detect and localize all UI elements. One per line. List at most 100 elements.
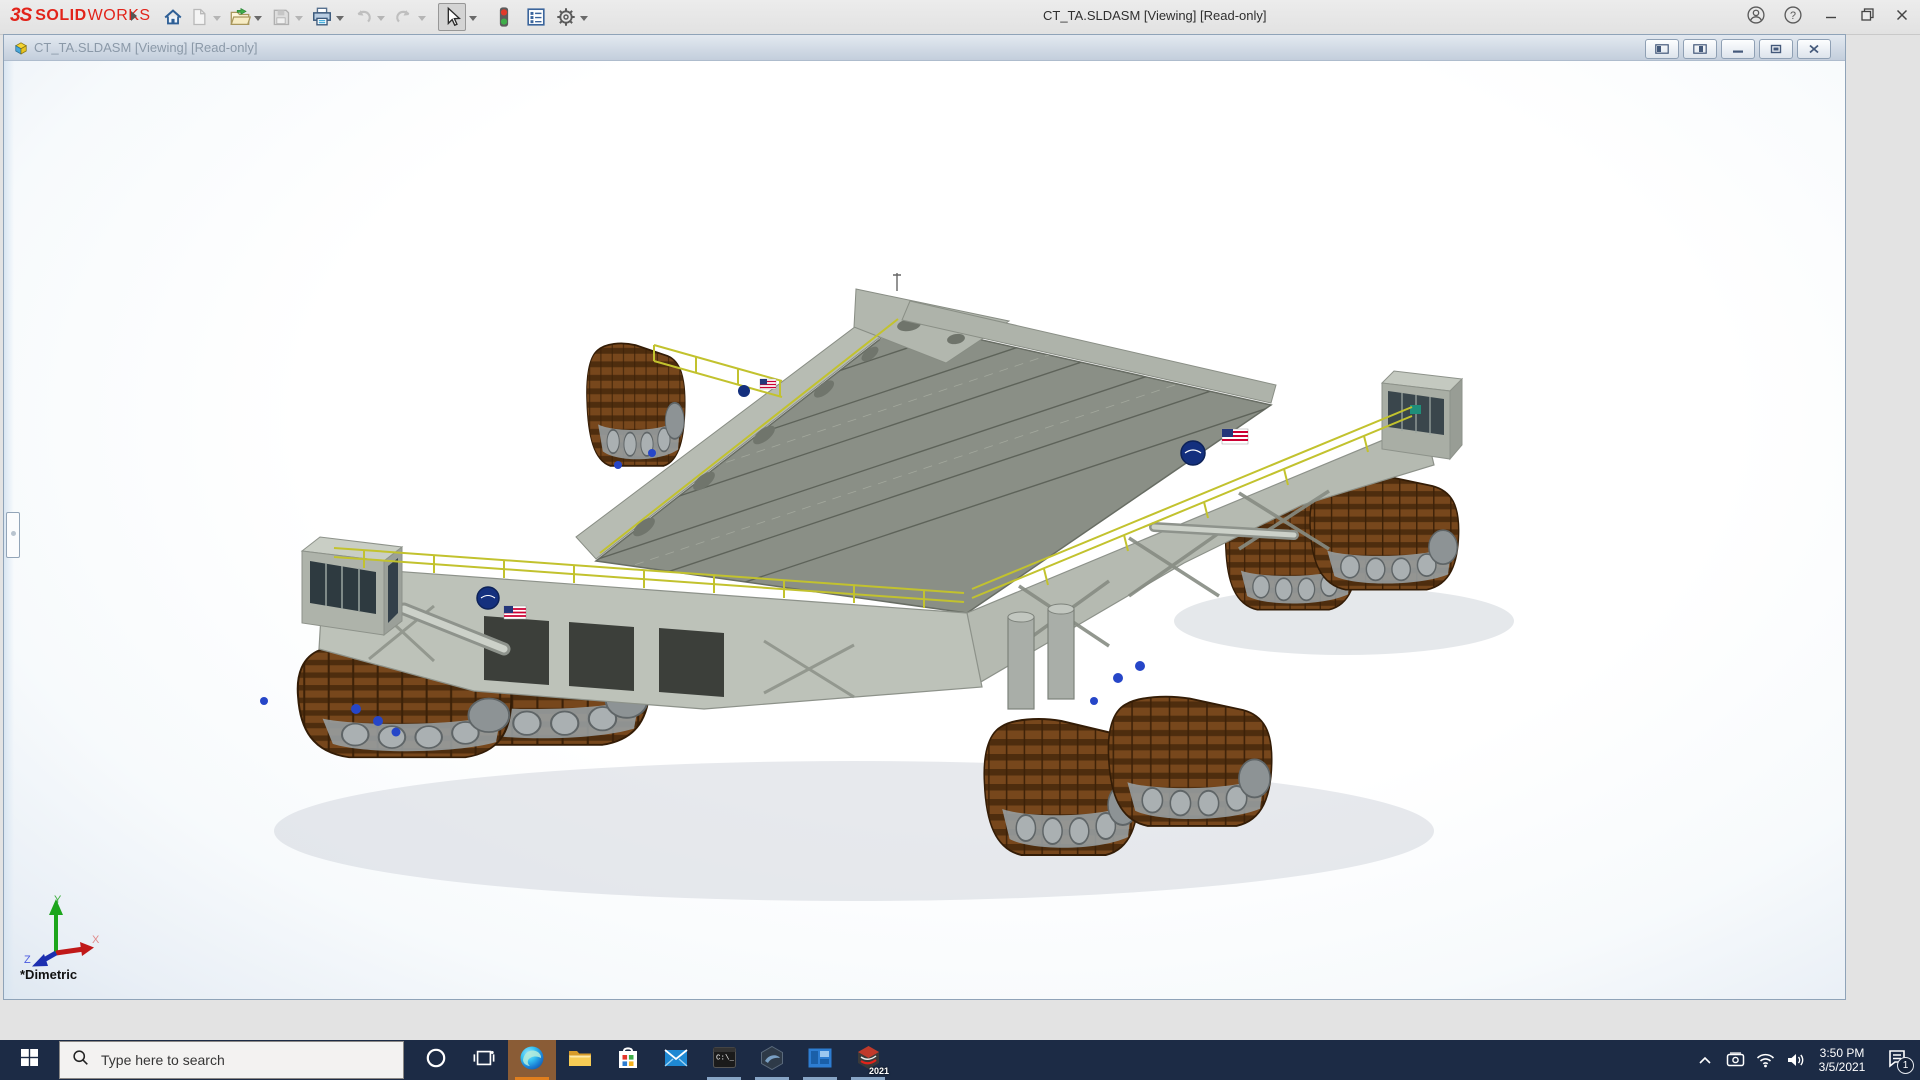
- open-dropdown-icon[interactable]: [254, 16, 262, 25]
- track-rear-west[interactable]: [587, 343, 685, 465]
- model-canvas[interactable]: [4, 61, 1845, 999]
- help-icon: ?: [1783, 5, 1803, 30]
- open-button[interactable]: [227, 4, 253, 30]
- solidworks-year-badge: 2021: [869, 1066, 889, 1076]
- action-center-button[interactable]: 1: [1874, 1040, 1920, 1080]
- nasa-roundel-left: [477, 587, 499, 609]
- axis-x-label: X: [92, 934, 100, 946]
- pane-left-button[interactable]: [1645, 39, 1679, 59]
- minimize-button[interactable]: [1815, 0, 1847, 34]
- close-doc-button[interactable]: [1797, 39, 1831, 59]
- taskbar-media-app[interactable]: [796, 1040, 844, 1080]
- system-tray: 3:50 PM 3/5/2021 1: [1690, 1040, 1920, 1080]
- nasa-roundel: [1181, 441, 1205, 465]
- windows-taskbar: C:\_ 2021 3:50 PM 3/5/2021 1: [0, 1040, 1920, 1080]
- save-button[interactable]: [268, 4, 294, 30]
- redo-dropdown-icon[interactable]: [418, 16, 426, 25]
- undo-dropdown-icon[interactable]: [377, 16, 385, 25]
- traffic-light-icon: [494, 6, 514, 28]
- quick-access-toolbar: [160, 3, 594, 31]
- solidworks-logo: 3S SOLIDWORKS: [10, 5, 151, 27]
- start-button[interactable]: [0, 1040, 59, 1080]
- search-icon: [72, 1049, 89, 1071]
- restore-doc-button[interactable]: [1759, 39, 1793, 59]
- app-window-title: CT_TA.SLDASM [Viewing] [Read-only]: [1043, 8, 1267, 23]
- close-button[interactable]: [1886, 0, 1918, 34]
- print-button[interactable]: [309, 4, 335, 30]
- track-south-right[interactable]: [1108, 697, 1271, 826]
- taskbar-store[interactable]: [604, 1040, 652, 1080]
- save-icon: [271, 7, 291, 27]
- taskbar-search[interactable]: [59, 1041, 404, 1079]
- app-titlebar: 3S SOLIDWORKS: [0, 0, 1920, 35]
- save-dropdown-icon[interactable]: [295, 16, 303, 25]
- toolbar-flyout-arrow-icon[interactable]: [131, 11, 137, 21]
- svg-text:?: ?: [1790, 9, 1796, 21]
- taskbar-mail[interactable]: [652, 1040, 700, 1080]
- mail-icon: [663, 1047, 689, 1074]
- task-view-button[interactable]: [460, 1040, 508, 1080]
- search-input[interactable]: [99, 1051, 373, 1069]
- store-icon: [616, 1045, 640, 1076]
- new-document-icon: [189, 7, 209, 27]
- cortana-button[interactable]: [412, 1040, 460, 1080]
- axis-y-label: Y: [54, 894, 62, 906]
- account-button[interactable]: [1741, 0, 1771, 34]
- svg-text:C:\_: C:\_: [716, 1055, 735, 1063]
- command-prompt-icon: C:\_: [712, 1045, 737, 1075]
- notification-badge: 1: [1897, 1057, 1914, 1074]
- taskbar-solidworks[interactable]: 2021: [844, 1040, 892, 1080]
- orientation-triad: Y X Z: [16, 891, 100, 969]
- redo-icon: [393, 6, 415, 28]
- us-flag-left: [504, 606, 526, 619]
- axis-z-label: Z: [24, 954, 31, 966]
- windows-logo-icon: [21, 1049, 38, 1071]
- us-flag: [1222, 429, 1248, 444]
- restore-icon: [1860, 7, 1875, 27]
- user-account-icon: [1746, 5, 1766, 30]
- help-button[interactable]: ?: [1778, 0, 1808, 34]
- task-view-icon: [473, 1048, 495, 1073]
- new-dropdown-icon[interactable]: [213, 16, 221, 25]
- cortana-icon: [425, 1047, 447, 1074]
- taskbar-edge[interactable]: [508, 1040, 556, 1080]
- select-cursor-icon: [441, 6, 463, 28]
- media-app-icon: [807, 1047, 833, 1074]
- options-button[interactable]: [553, 4, 579, 30]
- pane-right-button[interactable]: [1683, 39, 1717, 59]
- featuremanager-collapsed-tab[interactable]: [6, 512, 20, 558]
- graphics-viewport[interactable]: Y X Z *Dimetric: [4, 61, 1845, 999]
- file-properties-button[interactable]: [523, 4, 549, 30]
- undo-button[interactable]: [350, 4, 376, 30]
- meet-now-icon[interactable]: [1720, 1040, 1750, 1080]
- document-window: CT_TA.SLDASM [Viewing] [Read-only]: [3, 34, 1846, 1000]
- gear-icon: [555, 6, 577, 28]
- solidworks-logo-mark: 3S: [10, 5, 31, 27]
- tray-expand-button[interactable]: [1690, 1040, 1720, 1080]
- taskbar-command-prompt[interactable]: C:\_: [700, 1040, 748, 1080]
- taskbar-file-explorer[interactable]: [556, 1040, 604, 1080]
- print-icon: [311, 6, 333, 28]
- taskbar-edrawings[interactable]: [748, 1040, 796, 1080]
- wifi-icon[interactable]: [1750, 1040, 1780, 1080]
- taskbar-clock[interactable]: 3:50 PM 3/5/2021: [1810, 1046, 1874, 1074]
- select-tool-button[interactable]: [438, 3, 466, 31]
- options-dropdown-icon[interactable]: [580, 16, 588, 25]
- home-button[interactable]: [160, 4, 186, 30]
- open-folder-icon: [229, 6, 251, 28]
- volume-icon[interactable]: [1780, 1040, 1810, 1080]
- view-orientation-label: *Dimetric: [20, 967, 77, 982]
- document-titlebar[interactable]: CT_TA.SLDASM [Viewing] [Read-only]: [4, 35, 1845, 61]
- select-dropdown-icon[interactable]: [469, 16, 477, 25]
- clock-date: 3/5/2021: [1810, 1060, 1874, 1074]
- print-dropdown-icon[interactable]: [336, 16, 344, 25]
- new-document-button[interactable]: [186, 4, 212, 30]
- home-icon: [162, 6, 184, 28]
- file-explorer-icon: [567, 1046, 593, 1075]
- restore-button[interactable]: [1851, 0, 1883, 34]
- minimize-doc-button[interactable]: [1721, 39, 1755, 59]
- rebuild-button[interactable]: [491, 4, 517, 30]
- minimize-icon: [1824, 8, 1838, 26]
- document-title: CT_TA.SLDASM [Viewing] [Read-only]: [34, 40, 258, 55]
- redo-button[interactable]: [391, 4, 417, 30]
